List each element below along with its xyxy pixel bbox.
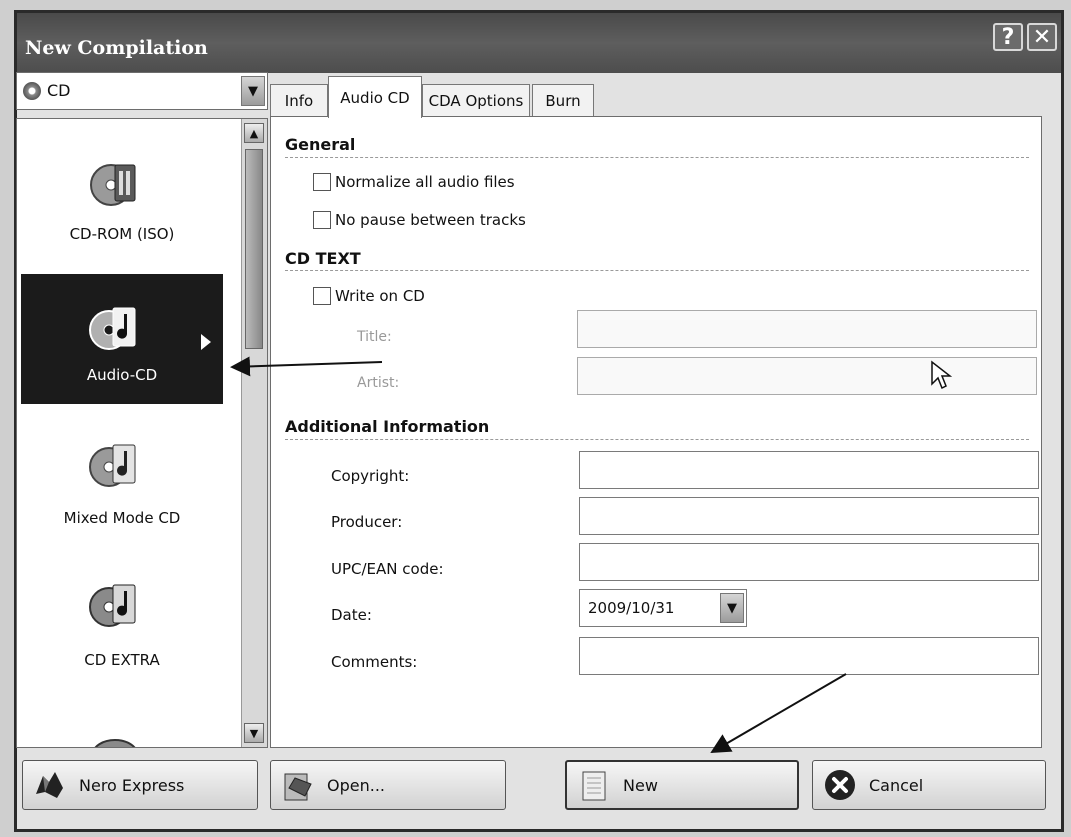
tab-audio-cd[interactable]: Audio CD: [328, 76, 422, 118]
general-heading: General: [285, 135, 356, 154]
section-divider: [285, 270, 1029, 271]
scroll-thumb[interactable]: [245, 149, 263, 349]
expand-arrow-icon: [201, 334, 211, 350]
dvd-disc-icon: [94, 739, 136, 747]
new-document-icon: [582, 771, 606, 801]
section-divider: [285, 157, 1029, 158]
mixed-mode-cd-icon: [89, 444, 136, 487]
chevron-down-icon[interactable]: ▼: [241, 76, 265, 106]
new-label: New: [623, 775, 658, 795]
cd-rom-icon: [90, 164, 136, 206]
new-button[interactable]: New: [565, 760, 799, 810]
tab-burn[interactable]: Burn: [532, 84, 594, 116]
upc-ean-label: UPC/EAN code:: [331, 560, 444, 578]
no-pause-checkbox-row[interactable]: No pause between tracks: [313, 211, 526, 229]
nero-express-label: Nero Express: [79, 775, 185, 795]
write-on-cd-checkbox[interactable]: [313, 287, 331, 305]
section-divider: [285, 439, 1029, 440]
type-item-audio-cd[interactable]: Audio-CD: [21, 274, 223, 404]
type-label: CD-ROM (ISO): [69, 225, 175, 243]
type-label: Audio-CD: [86, 366, 158, 384]
tab-info[interactable]: Info: [270, 84, 328, 116]
tab-cda-options[interactable]: CDA Options: [422, 84, 530, 116]
mouse-cursor-icon: [931, 360, 952, 390]
cd-disc-icon: [23, 82, 41, 100]
scroll-up-button[interactable]: ▲: [244, 123, 264, 143]
cd-text-heading: CD TEXT: [285, 249, 361, 268]
cd-extra-icon: [89, 584, 136, 627]
nero-express-button[interactable]: Nero Express: [22, 760, 258, 810]
type-item-partial[interactable]: [21, 704, 223, 747]
window-title: New Compilation: [25, 37, 208, 59]
media-type-value: CD: [47, 81, 71, 100]
write-on-cd-checkbox-row[interactable]: Write on CD: [313, 287, 425, 305]
normalize-checkbox[interactable]: [313, 173, 331, 191]
title-label: Title:: [357, 329, 392, 345]
open-label: Open...: [327, 775, 385, 795]
open-folder-icon: [284, 773, 312, 801]
copyright-input[interactable]: [579, 451, 1039, 489]
cancel-button[interactable]: Cancel: [812, 760, 1046, 810]
audio-cd-panel: General Normalize all audio files No pau…: [270, 116, 1042, 748]
comments-label: Comments:: [331, 653, 418, 671]
no-pause-checkbox[interactable]: [313, 211, 331, 229]
type-list-scrollbar[interactable]: ▲ ▼: [241, 119, 267, 747]
date-combo[interactable]: 2009/10/31 ▼: [579, 589, 747, 627]
write-on-cd-label: Write on CD: [335, 287, 425, 305]
type-label: Mixed Mode CD: [63, 509, 181, 527]
audio-cd-icon: [89, 307, 136, 350]
scroll-down-button[interactable]: ▼: [244, 723, 264, 743]
normalize-label: Normalize all audio files: [335, 173, 515, 191]
type-item-cd-rom[interactable]: CD-ROM (ISO): [21, 129, 223, 259]
close-button[interactable]: ✕: [1027, 23, 1057, 51]
artist-input[interactable]: [577, 357, 1037, 395]
open-button[interactable]: Open...: [270, 760, 506, 810]
type-item-cd-extra[interactable]: CD EXTRA: [21, 559, 223, 689]
date-value: 2009/10/31: [588, 599, 675, 617]
upc-ean-input[interactable]: [579, 543, 1039, 581]
date-label: Date:: [331, 606, 372, 624]
comments-input[interactable]: [579, 637, 1039, 675]
nero-express-icon: [36, 772, 63, 798]
cancel-label: Cancel: [869, 775, 924, 795]
title-input[interactable]: [577, 310, 1037, 348]
normalize-checkbox-row[interactable]: Normalize all audio files: [313, 173, 515, 191]
title-bar[interactable]: New Compilation ? ✕: [17, 13, 1061, 73]
additional-info-heading: Additional Information: [285, 417, 490, 436]
help-button[interactable]: ?: [993, 23, 1023, 51]
artist-label: Artist:: [357, 375, 400, 391]
copyright-label: Copyright:: [331, 467, 410, 485]
type-label: CD EXTRA: [84, 651, 160, 669]
media-type-combo[interactable]: CD ▼: [16, 72, 268, 110]
chevron-down-icon[interactable]: ▼: [720, 593, 744, 623]
no-pause-label: No pause between tracks: [335, 211, 526, 229]
producer-input[interactable]: [579, 497, 1039, 535]
type-item-mixed-mode-cd[interactable]: Mixed Mode CD: [21, 419, 223, 549]
cancel-icon: [825, 770, 855, 800]
producer-label: Producer:: [331, 513, 403, 531]
compilation-type-list[interactable]: CD-ROM (ISO) Audio-CD Mixed Mode CD CD E…: [16, 118, 268, 748]
